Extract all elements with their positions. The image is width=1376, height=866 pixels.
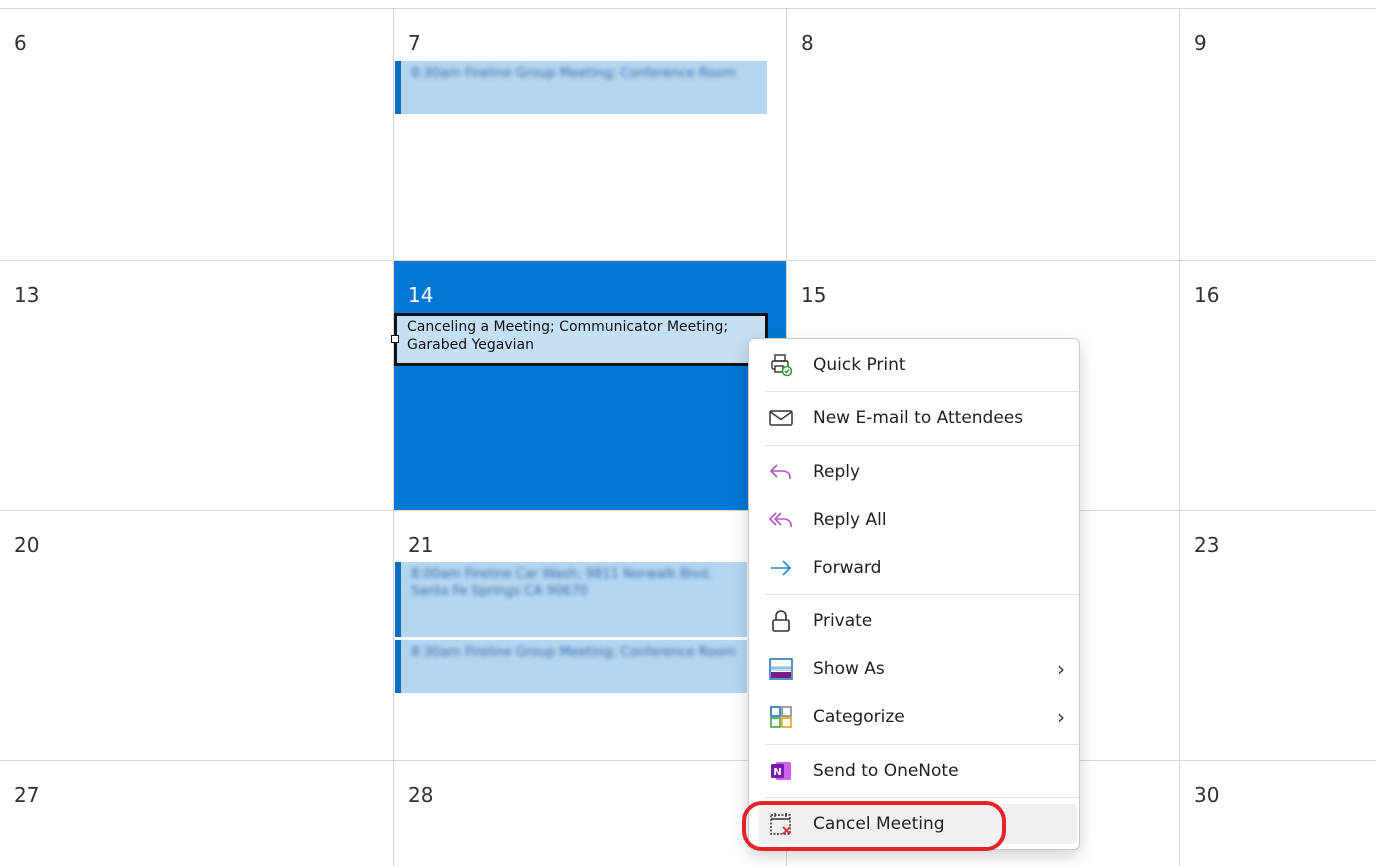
- day-cell[interactable]: 7: [393, 8, 786, 260]
- day-cell[interactable]: 16: [1179, 260, 1376, 510]
- day-cell[interactable]: 23: [1179, 510, 1376, 760]
- reply-all-icon: [767, 506, 795, 534]
- menu-item-forward[interactable]: Forward: [759, 548, 1077, 588]
- chevron-right-icon: ›: [1057, 705, 1065, 729]
- day-number: 20: [14, 533, 40, 557]
- menu-separator: [765, 594, 1079, 595]
- day-number: 7: [408, 31, 421, 55]
- day-cell-selected[interactable]: 14: [393, 260, 786, 510]
- month-calendar-grid: 6 7 8 9 13 14 15 16 20 21 22 23 27 28 29: [0, 0, 1376, 866]
- envelope-icon: [767, 404, 795, 432]
- menu-item-reply-all[interactable]: Reply All: [759, 500, 1077, 540]
- lock-icon: [767, 607, 795, 635]
- day-cell[interactable]: 20: [0, 510, 393, 760]
- quick-print-icon: [767, 351, 795, 379]
- event-text: 8:30am Fireline Group Meeting; Conferenc…: [411, 645, 736, 660]
- menu-item-label: Reply: [813, 462, 861, 482]
- day-cell[interactable]: 8: [786, 8, 1179, 260]
- day-number: 21: [408, 533, 434, 557]
- forward-arrow-icon: [767, 554, 795, 582]
- menu-item-show-as[interactable]: Show As ›: [759, 649, 1077, 689]
- categorize-icon: [767, 703, 795, 731]
- day-number: 6: [14, 31, 27, 55]
- menu-item-new-email-to-attendees[interactable]: New E-mail to Attendees: [759, 398, 1077, 438]
- menu-item-categorize[interactable]: Categorize ›: [759, 697, 1077, 737]
- day-number: 16: [1194, 283, 1220, 307]
- event-text: 8:30am Fireline Group Meeting; Conferenc…: [411, 66, 736, 81]
- menu-item-label: Private: [813, 611, 873, 631]
- day-cell[interactable]: 28: [393, 760, 786, 866]
- svg-text:N: N: [773, 767, 781, 778]
- day-number: 14: [408, 283, 434, 307]
- menu-item-label: Show As: [813, 659, 885, 679]
- calendar-event[interactable]: 8:30am Fireline Group Meeting; Conferenc…: [395, 61, 767, 114]
- context-menu: Quick Print New E-mail to Attendees Repl…: [748, 338, 1080, 850]
- calendar-event[interactable]: 8:00am Fireline Car Wash; 9811 Norwalk B…: [395, 562, 747, 637]
- calendar-event[interactable]: 8:30am Fireline Group Meeting; Conferenc…: [395, 640, 747, 693]
- chevron-right-icon: ›: [1057, 657, 1065, 681]
- day-number: 28: [408, 783, 434, 807]
- day-number: 8: [801, 31, 814, 55]
- menu-item-label: Categorize: [813, 707, 905, 727]
- highlight-annotation-ring: [742, 801, 1006, 851]
- reply-icon: [767, 458, 795, 486]
- event-text: Canceling a Meeting; Communicator Meetin…: [407, 319, 729, 353]
- menu-item-private[interactable]: Private: [759, 601, 1077, 641]
- day-number: 13: [14, 283, 40, 307]
- menu-separator: [765, 797, 1079, 798]
- day-number: 27: [14, 783, 40, 807]
- menu-item-label: Quick Print: [813, 355, 906, 375]
- menu-separator: [765, 391, 1079, 392]
- event-text: 8:00am Fireline Car Wash; 9811 Norwalk B…: [411, 567, 713, 599]
- day-number: 15: [801, 283, 827, 307]
- day-cell[interactable]: 30: [1179, 760, 1376, 866]
- day-cell[interactable]: 6: [0, 8, 393, 260]
- menu-item-label: Forward: [813, 558, 882, 578]
- calendar-event-selected[interactable]: Canceling a Meeting; Communicator Meetin…: [394, 313, 768, 366]
- day-number: 30: [1194, 783, 1220, 807]
- menu-separator: [765, 445, 1079, 446]
- day-cell[interactable]: 9: [1179, 8, 1376, 260]
- menu-item-send-to-onenote[interactable]: N Send to OneNote: [759, 751, 1077, 791]
- onenote-icon: N: [767, 757, 795, 785]
- day-cell[interactable]: 27: [0, 760, 393, 866]
- day-number: 9: [1194, 31, 1207, 55]
- day-cell[interactable]: 13: [0, 260, 393, 510]
- menu-item-label: Reply All: [813, 510, 887, 530]
- show-as-icon: [767, 655, 795, 683]
- menu-item-label: New E-mail to Attendees: [813, 408, 1024, 428]
- day-number: 23: [1194, 533, 1220, 557]
- menu-item-label: Send to OneNote: [813, 761, 959, 781]
- selection-handle[interactable]: [391, 335, 399, 343]
- menu-separator: [765, 744, 1079, 745]
- menu-item-quick-print[interactable]: Quick Print: [759, 345, 1077, 385]
- menu-item-reply[interactable]: Reply: [759, 452, 1077, 492]
